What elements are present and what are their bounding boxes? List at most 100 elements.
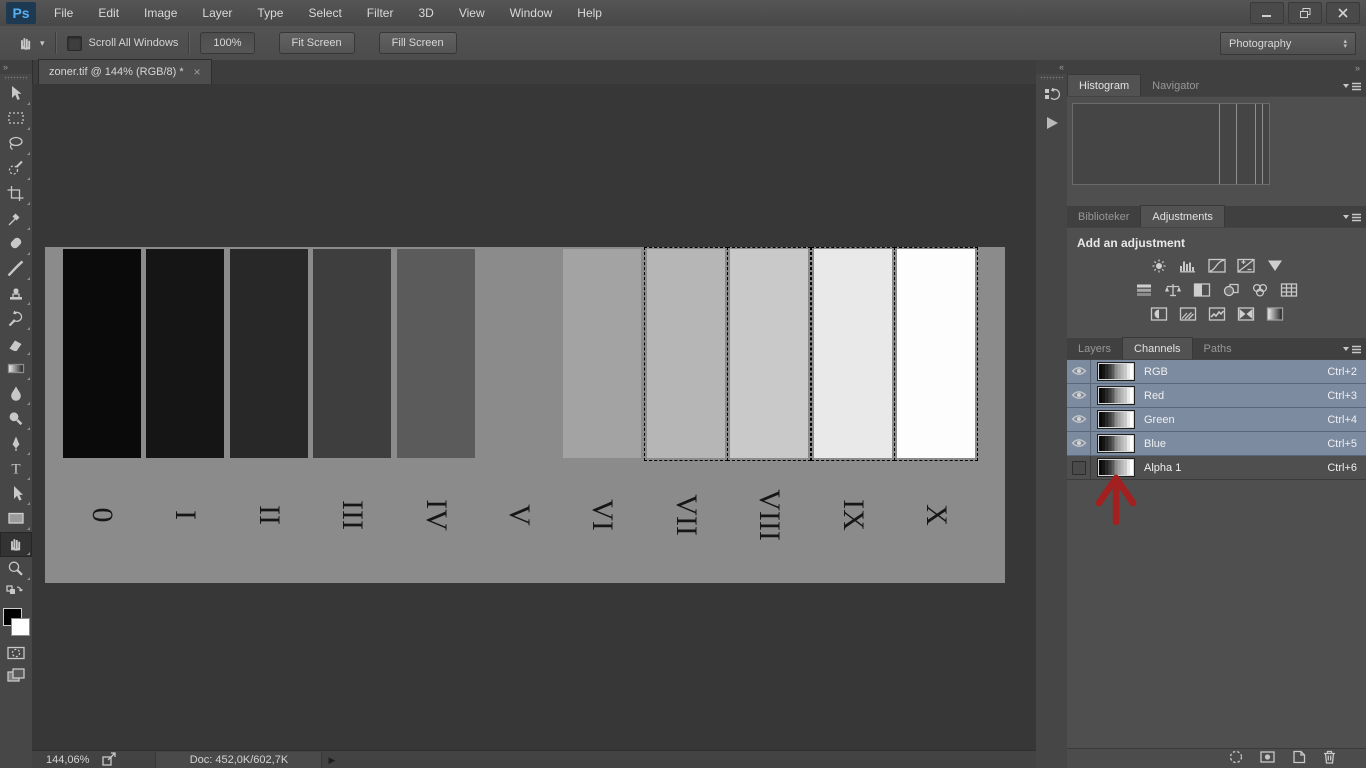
tool-move[interactable] (0, 82, 32, 107)
tool-spot-healing-brush[interactable] (0, 232, 32, 257)
histogram-tab-histogram[interactable]: Histogram (1067, 74, 1141, 96)
menu-3d[interactable]: 3D (418, 6, 433, 20)
fit-screen-button[interactable]: Fit Screen (279, 32, 355, 54)
menu-select[interactable]: Select (308, 6, 341, 20)
histogram-tab-navigator[interactable]: Navigator (1141, 75, 1210, 96)
screen-mode-button[interactable] (0, 664, 32, 686)
channels-tab-layers[interactable]: Layers (1067, 338, 1122, 359)
visibility-toggle[interactable] (1067, 456, 1091, 479)
adjustment-black-white[interactable] (1191, 282, 1213, 300)
adjustment-channel-mixer[interactable] (1249, 282, 1271, 300)
visibility-toggle[interactable] (1067, 408, 1091, 431)
zoom-100-button[interactable]: 100% (200, 32, 254, 54)
menu-help[interactable]: Help (577, 6, 602, 20)
load-selection-button[interactable] (1227, 749, 1245, 768)
panel-menu-icon[interactable] (1343, 211, 1361, 225)
tool-brush[interactable] (0, 257, 32, 282)
restore-button[interactable] (1288, 2, 1322, 24)
tool-rectangle-shape[interactable] (0, 507, 32, 532)
tool-type[interactable]: T (0, 457, 32, 482)
adjustment-photo-filter[interactable] (1220, 282, 1242, 300)
adjustment-levels[interactable] (1177, 258, 1199, 276)
menu-type[interactable]: Type (257, 6, 283, 20)
adjustments-tab-adjustments[interactable]: Adjustments (1140, 205, 1225, 227)
scroll-all-windows-option[interactable]: Scroll All Windows (67, 36, 179, 51)
delete-channel-button[interactable] (1320, 749, 1338, 768)
adjustment-selective-color[interactable] (1264, 306, 1286, 324)
tool-rectangular-marquee[interactable] (0, 107, 32, 132)
zoom-level-field[interactable]: 144,06% (46, 754, 89, 766)
tool-hand[interactable] (0, 532, 32, 557)
tool-lasso[interactable] (0, 132, 32, 157)
tool-history-brush[interactable] (0, 307, 32, 332)
adjustment-color-lookup[interactable] (1278, 282, 1300, 300)
menu-layer[interactable]: Layer (202, 6, 232, 20)
toolbar-collapse-icon[interactable]: » (0, 60, 32, 74)
adjustments-tab-biblioteker[interactable]: Biblioteker (1067, 206, 1140, 227)
scroll-all-windows-checkbox[interactable] (67, 36, 82, 51)
adjustment-posterize[interactable] (1177, 306, 1199, 324)
channels-tab-channels[interactable]: Channels (1122, 337, 1192, 359)
channel-row-green[interactable]: GreenCtrl+4 (1067, 408, 1366, 432)
channel-shortcut: Ctrl+6 (1327, 462, 1357, 474)
toolbar-grip[interactable] (4, 76, 28, 80)
tool-pen[interactable] (0, 432, 32, 457)
close-button[interactable] (1326, 2, 1360, 24)
collapsed-panel-actions[interactable] (1036, 110, 1067, 138)
current-tool-preview[interactable]: ▾ (16, 34, 45, 53)
tool-dodge[interactable] (0, 407, 32, 432)
minimize-button[interactable] (1250, 2, 1284, 24)
background-color-swatch[interactable] (11, 618, 30, 636)
doc-size-indicator[interactable]: Doc: 452,0K/602,7K (155, 752, 322, 768)
tool-blur[interactable] (0, 382, 32, 407)
adjustment-curves[interactable] (1206, 258, 1228, 276)
tool-zoom[interactable] (0, 557, 32, 582)
close-tab-icon[interactable]: × (194, 65, 201, 79)
tool-gradient[interactable] (0, 357, 32, 382)
export-arrow-icon[interactable] (101, 751, 117, 768)
panel-menu-icon[interactable] (1343, 80, 1361, 94)
visibility-toggle[interactable] (1067, 360, 1091, 383)
adjustment-exposure[interactable] (1235, 258, 1257, 276)
adjustment-invert[interactable] (1148, 306, 1170, 324)
menu-window[interactable]: Window (510, 6, 553, 20)
dock-grip[interactable] (1040, 76, 1063, 80)
tool-path-selection[interactable] (0, 482, 32, 507)
visibility-toggle[interactable] (1067, 384, 1091, 407)
menu-edit[interactable]: Edit (98, 6, 119, 20)
menu-filter[interactable]: Filter (367, 6, 394, 20)
adjustment-brightness-contrast[interactable] (1148, 258, 1170, 276)
tool-quick-selection[interactable] (0, 157, 32, 182)
save-selection-button[interactable] (1258, 749, 1276, 768)
channel-row-rgb[interactable]: RGBCtrl+2 (1067, 360, 1366, 384)
channel-row-blue[interactable]: BlueCtrl+5 (1067, 432, 1366, 456)
adjustment-color-balance[interactable] (1162, 282, 1184, 300)
fill-screen-button[interactable]: Fill Screen (379, 32, 457, 54)
tool-clone-stamp[interactable] (0, 282, 32, 307)
quick-mask-button[interactable] (0, 642, 32, 664)
tool-eraser[interactable] (0, 332, 32, 357)
visibility-checkbox[interactable] (1072, 461, 1086, 475)
adjustment-gradient-map[interactable] (1235, 306, 1257, 324)
collapsed-panel-history[interactable] (1036, 82, 1067, 110)
workspace-switcher[interactable]: Photography ▴▾ (1220, 32, 1356, 55)
menu-image[interactable]: Image (144, 6, 177, 20)
adjustment-vibrance[interactable] (1264, 258, 1286, 276)
adjustment-threshold[interactable] (1206, 306, 1228, 324)
tool-crop[interactable] (0, 182, 32, 207)
dock-collapse-icon[interactable]: « (1036, 60, 1067, 74)
menu-file[interactable]: File (54, 6, 73, 20)
tool-eyedropper[interactable] (0, 207, 32, 232)
canvas-area[interactable]: 0IIIIIIIVVVIVIIVIIIIXX (32, 84, 1036, 750)
new-channel-button[interactable] (1289, 749, 1307, 768)
document-tab[interactable]: zoner.tif @ 144% (RGB/8) * × (38, 59, 212, 84)
dock-collapse-icon[interactable]: » (1355, 63, 1360, 73)
channel-row-red[interactable]: RedCtrl+3 (1067, 384, 1366, 408)
channels-tab-paths[interactable]: Paths (1193, 338, 1243, 359)
panel-menu-icon[interactable] (1343, 343, 1361, 357)
visibility-toggle[interactable] (1067, 432, 1091, 455)
default-swap-colors[interactable] (0, 582, 32, 604)
menu-view[interactable]: View (459, 6, 485, 20)
adjustment-hue-saturation[interactable] (1133, 282, 1155, 300)
status-options-arrow-icon[interactable]: ▶ (328, 755, 335, 766)
